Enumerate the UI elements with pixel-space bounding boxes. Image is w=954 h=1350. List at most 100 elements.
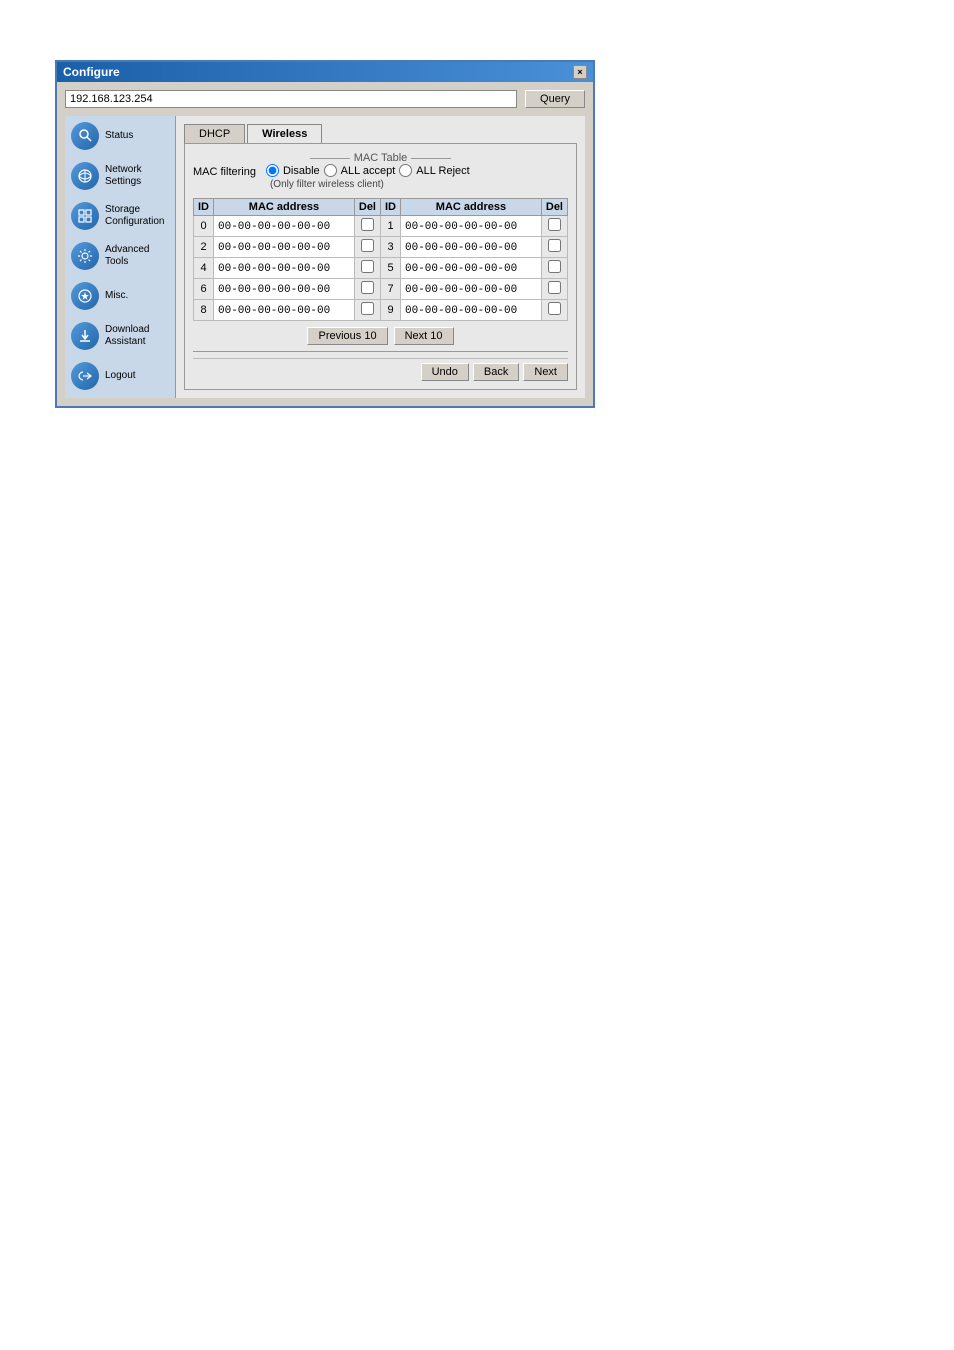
status-icon — [71, 122, 99, 150]
close-button[interactable]: × — [573, 65, 587, 79]
id-right: 7 — [381, 279, 401, 300]
mac-left[interactable] — [214, 279, 355, 300]
col-mac-left: MAC address — [214, 199, 355, 216]
mac-left[interactable] — [214, 237, 355, 258]
undo-button[interactable]: Undo — [421, 363, 469, 381]
tab-dhcp[interactable]: DHCP — [184, 124, 245, 143]
sidebar-item-network-settings[interactable]: NetworkSettings — [65, 156, 175, 196]
table-row: 2 3 — [194, 237, 568, 258]
address-bar: Query — [65, 90, 585, 108]
main-content: Status NetworkSettings — [65, 116, 585, 398]
previous-10-button[interactable]: Previous 10 — [307, 327, 387, 345]
del-left[interactable] — [354, 237, 380, 258]
mac-table-title: MAC Table — [193, 152, 568, 164]
mac-left[interactable] — [214, 300, 355, 321]
sidebar-label-misc: Misc. — [105, 290, 128, 302]
sidebar-item-logout[interactable]: Logout — [65, 356, 175, 396]
del-left[interactable] — [354, 279, 380, 300]
content-panel: DHCP Wireless MAC Table MAC filtering Di… — [175, 116, 585, 398]
id-left: 6 — [194, 279, 214, 300]
del-right[interactable] — [541, 216, 567, 237]
del-left[interactable] — [354, 216, 380, 237]
id-left: 2 — [194, 237, 214, 258]
mac-right[interactable] — [401, 237, 542, 258]
id-left: 4 — [194, 258, 214, 279]
label-all-accept: ALL accept — [341, 165, 396, 177]
del-right[interactable] — [541, 300, 567, 321]
mac-input-left[interactable] — [218, 305, 350, 317]
radio-all-accept[interactable] — [324, 164, 337, 177]
mac-input-left[interactable] — [218, 242, 350, 254]
ip-address-input[interactable] — [65, 90, 517, 108]
sidebar-label-storage: StorageConfiguration — [105, 204, 164, 228]
mac-right[interactable] — [401, 258, 542, 279]
mac-input-right[interactable] — [405, 284, 537, 296]
checkbox-del-left[interactable] — [361, 302, 374, 315]
logout-icon — [71, 362, 99, 390]
checkbox-del-right[interactable] — [548, 260, 561, 273]
checkbox-del-right[interactable] — [548, 302, 561, 315]
checkbox-del-left[interactable] — [361, 218, 374, 231]
del-left[interactable] — [354, 300, 380, 321]
del-left[interactable] — [354, 258, 380, 279]
sidebar-item-status[interactable]: Status — [65, 116, 175, 156]
col-del-right: Del — [541, 199, 567, 216]
mac-input-left[interactable] — [218, 263, 350, 275]
mac-left[interactable] — [214, 216, 355, 237]
table-row: 4 5 — [194, 258, 568, 279]
mac-right[interactable] — [401, 300, 542, 321]
del-right[interactable] — [541, 258, 567, 279]
del-right[interactable] — [541, 279, 567, 300]
id-right: 9 — [381, 300, 401, 321]
mac-input-right[interactable] — [405, 305, 537, 317]
sidebar-item-download-assistant[interactable]: DownloadAssistant — [65, 316, 175, 356]
mac-input-right[interactable] — [405, 263, 537, 275]
misc-icon — [71, 282, 99, 310]
mac-input-left[interactable] — [218, 284, 350, 296]
mac-right[interactable] — [401, 216, 542, 237]
table-row: 0 1 — [194, 216, 568, 237]
id-left: 0 — [194, 216, 214, 237]
next-10-button[interactable]: Next 10 — [394, 327, 454, 345]
id-right: 5 — [381, 258, 401, 279]
id-left: 8 — [194, 300, 214, 321]
checkbox-del-left[interactable] — [361, 239, 374, 252]
filtering-label: MAC filtering — [193, 164, 256, 178]
sidebar-label-advanced: AdvancedTools — [105, 244, 149, 268]
mac-input-right[interactable] — [405, 242, 537, 254]
storage-icon — [71, 202, 99, 230]
title-bar: Configure × — [57, 62, 593, 82]
table-row: 6 7 — [194, 279, 568, 300]
radio-all-reject[interactable] — [399, 164, 412, 177]
checkbox-del-right[interactable] — [548, 239, 561, 252]
mac-right[interactable] — [401, 279, 542, 300]
configure-window: Configure × Query Status — [55, 60, 595, 408]
table-row: 8 9 — [194, 300, 568, 321]
checkbox-del-left[interactable] — [361, 260, 374, 273]
sidebar: Status NetworkSettings — [65, 116, 175, 398]
radio-row-options: Disable ALL accept ALL Reject — [266, 164, 470, 177]
sidebar-item-misc[interactable]: Misc. — [65, 276, 175, 316]
next-button[interactable]: Next — [523, 363, 568, 381]
back-button[interactable]: Back — [473, 363, 519, 381]
del-right[interactable] — [541, 237, 567, 258]
radio-disable[interactable] — [266, 164, 279, 177]
sidebar-item-advanced-tools[interactable]: AdvancedTools — [65, 236, 175, 276]
mac-input-right[interactable] — [405, 221, 537, 233]
action-row: Undo Back Next — [193, 358, 568, 381]
download-icon — [71, 322, 99, 350]
mac-table-section: MAC Table MAC filtering Disable ALL acce… — [184, 143, 577, 390]
sidebar-item-storage-configuration[interactable]: StorageConfiguration — [65, 196, 175, 236]
tab-wireless[interactable]: Wireless — [247, 124, 322, 143]
filtering-row: MAC filtering Disable ALL accept ALL Rej… — [193, 164, 568, 190]
col-mac-right: MAC address — [401, 199, 542, 216]
checkbox-del-right[interactable] — [548, 218, 561, 231]
checkbox-del-right[interactable] — [548, 281, 561, 294]
sidebar-label-logout: Logout — [105, 370, 136, 382]
checkbox-del-left[interactable] — [361, 281, 374, 294]
divider — [193, 351, 568, 352]
id-right: 1 — [381, 216, 401, 237]
query-button[interactable]: Query — [525, 90, 585, 108]
mac-left[interactable] — [214, 258, 355, 279]
mac-input-left[interactable] — [218, 221, 350, 233]
